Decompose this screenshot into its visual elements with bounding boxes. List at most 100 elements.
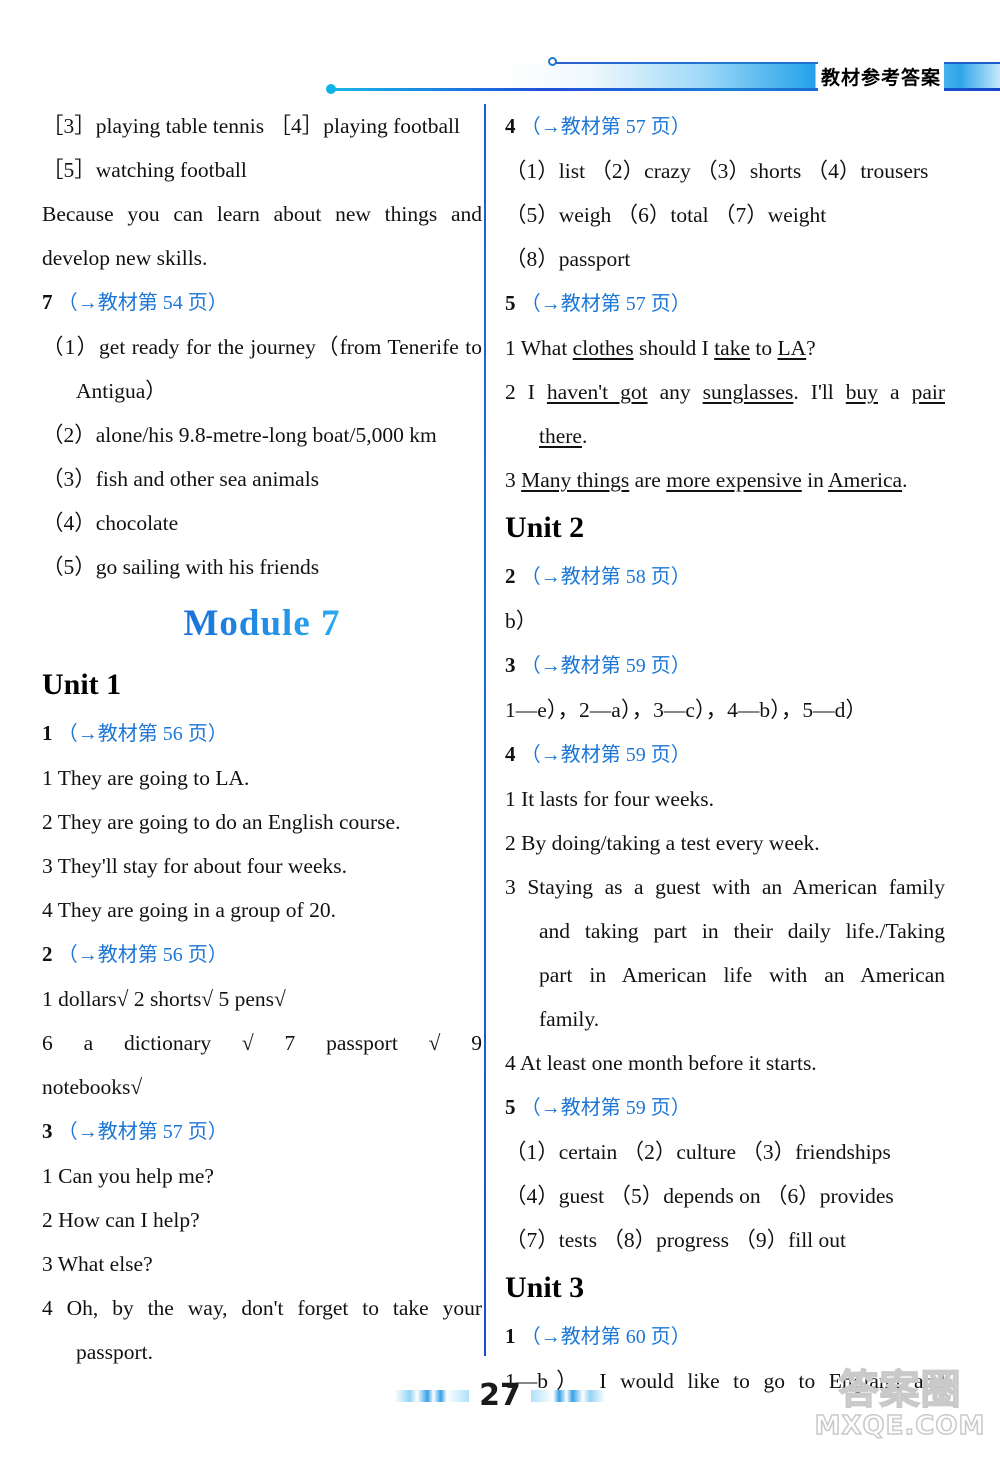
section-number: 2: [505, 564, 516, 588]
q3-prefix: 3: [505, 468, 522, 492]
q2-underline-1: haven't got: [546, 380, 648, 404]
answer-line: （1）get ready for the journey（from Teneri…: [42, 335, 482, 359]
section-textbook-ref: （→教材第 57 页）: [520, 293, 691, 315]
q1-underline-3: LA: [777, 336, 807, 360]
unit-title-1: Unit 1: [42, 668, 122, 701]
q3-underline-1: Many things: [521, 468, 630, 492]
answer-line-q1: 1 What clothes should I take to LA?: [505, 326, 945, 370]
answer-line: （5）weigh （6）total （7）weight: [505, 203, 827, 227]
answer-line: 1 dollars√ 2 shorts√ 5 pens√: [42, 987, 286, 1011]
q2-underline-5: there: [539, 424, 582, 448]
q3-mid-1: are: [629, 468, 667, 492]
answer-line: 3 Staying as a guest with an American fa…: [505, 875, 945, 899]
section-textbook-ref: （→教材第 59 页）: [520, 744, 691, 766]
q1-mid-1: should I: [633, 336, 715, 360]
answer-line: develop new skills.: [42, 246, 208, 270]
section-heading-4: 4 （→教材第 57 页）: [505, 104, 945, 149]
section-number: 1: [505, 1324, 516, 1348]
page-number: 27: [479, 1378, 521, 1413]
q2-cont-suffix: .: [581, 424, 588, 448]
answer-line: （1）certain （2）culture （3）friendships: [505, 1140, 891, 1164]
answer-line: Antigua）: [76, 379, 167, 403]
q2-underline-3: buy: [845, 380, 879, 404]
answer-line: part in American life with an American: [539, 963, 945, 987]
answer-line: 1 Can you help me?: [42, 1164, 214, 1188]
answer-line: （3）fish and other sea animals: [42, 467, 320, 491]
right-column: 4 （→教材第 57 页） （1）list （2）crazy （3）shorts…: [505, 104, 945, 1403]
section-number: 1: [42, 721, 53, 745]
section-heading-u2-2: 2 （→教材第 58 页）: [505, 554, 945, 599]
section-textbook-ref: （→教材第 56 页）: [57, 723, 228, 745]
answer-line: notebooks√: [42, 1075, 143, 1099]
answer-line-q2: 2 I haven't got any sunglasses. I'll buy…: [505, 370, 945, 414]
unit-title-3: Unit 3: [505, 1271, 585, 1304]
q3-underline-3: America: [828, 468, 903, 492]
section-number: 7: [42, 290, 53, 314]
section-number: 5: [505, 291, 516, 315]
module-title: Module 7: [42, 589, 482, 659]
q1-prefix: 1 What: [505, 336, 573, 360]
q2-mid-1: any: [647, 380, 703, 404]
q3-suffix: .: [902, 468, 908, 492]
section-textbook-ref: （→教材第 57 页）: [57, 1121, 228, 1143]
q1-suffix: ?: [806, 336, 816, 360]
q2-mid-2: . I'll: [793, 380, 846, 404]
answer-line: 2 They are going to do an English course…: [42, 810, 401, 834]
q2-prefix: 2 I: [505, 380, 547, 404]
answer-line: 1—e），2—a），3—c），4—b），5—d）: [505, 698, 867, 722]
page-footer: 27: [0, 1378, 1000, 1413]
section-heading-u2-5: 5 （→教材第 59 页）: [505, 1085, 945, 1130]
section-textbook-ref: （→教材第 57 页）: [520, 116, 691, 138]
section-number: 4: [505, 114, 516, 138]
section-heading-1: 1 （→教材第 56 页）: [42, 711, 482, 756]
section-textbook-ref: （→教材第 59 页）: [520, 1097, 691, 1119]
answer-line: 4 They are going in a group of 20.: [42, 898, 336, 922]
answer-line: 4 Oh, by the way, don't forget to take y…: [42, 1296, 482, 1320]
section-heading-2: 2 （→教材第 56 页）: [42, 932, 482, 977]
unit-title-2: Unit 2: [505, 511, 585, 544]
section-heading-3: 3 （→教材第 57 页）: [42, 1109, 482, 1154]
footer-ornament-right-icon: [530, 1389, 605, 1402]
answer-line: （1）list （2）crazy （3）shorts （4）trousers: [505, 159, 929, 183]
column-divider: [484, 104, 486, 1356]
q3-mid-2: in: [801, 468, 829, 492]
watermark-en-text: MXQE.COM: [814, 1411, 986, 1441]
answer-line: 2 By doing/taking a test every week.: [505, 831, 820, 855]
answer-line: （8）passport: [505, 247, 631, 271]
section-number: 3: [505, 653, 516, 677]
answer-line: （4）chocolate: [42, 511, 179, 535]
section-textbook-ref: （→教材第 56 页）: [57, 944, 228, 966]
section-textbook-ref: （→教材第 58 页）: [520, 566, 691, 588]
left-column: ［3］playing table tennis ［4］playing footb…: [42, 104, 482, 1374]
section-heading-u2-4: 4 （→教材第 59 页）: [505, 732, 945, 777]
answer-line: ［5］watching football: [42, 158, 247, 182]
header-title: 教材参考答案: [818, 62, 945, 91]
answer-line: 4 At least one month before it starts.: [505, 1051, 817, 1075]
answer-line: 6 a dictionary √ 7 passport √ 9: [42, 1031, 482, 1055]
section-textbook-ref: （→教材第 54 页）: [57, 292, 228, 314]
answer-line: 1 They are going to LA.: [42, 766, 250, 790]
answer-line: （7）tests （8）progress （9）fill out: [505, 1228, 846, 1252]
q2-underline-2: sunglasses: [702, 380, 794, 404]
page-header: 教材参考答案: [0, 0, 1000, 100]
answer-line: b）: [505, 609, 538, 633]
q2-underline-4: pair: [911, 380, 945, 404]
section-textbook-ref: （→教材第 60 页）: [520, 1326, 691, 1348]
answer-line: Because you can learn about new things a…: [42, 202, 482, 226]
answer-line-q2-cont: there.: [505, 414, 945, 458]
answer-line: 2 How can I help?: [42, 1208, 200, 1232]
answer-line: 3 They'll stay for about four weeks.: [42, 854, 347, 878]
section-heading-7: 7 （→教材第 54 页）: [42, 280, 482, 325]
answer-line: （4）guest （5）depends on （6）provides: [505, 1184, 894, 1208]
footer-ornament-left-icon: [395, 1389, 470, 1402]
answer-line: 1 It lasts for four weeks.: [505, 787, 714, 811]
answer-line: family.: [539, 1007, 600, 1031]
section-heading-u2-3: 3 （→教材第 59 页）: [505, 643, 945, 688]
section-heading-u3-1: 1 （→教材第 60 页）: [505, 1314, 945, 1359]
answer-line-q3: 3 Many things are more expensive in Amer…: [505, 458, 945, 502]
header-dot-lower-icon: [326, 84, 336, 94]
answer-line: passport.: [76, 1340, 154, 1364]
page-number-group: 27: [395, 1378, 605, 1413]
q2-mid-3: a: [878, 380, 912, 404]
answer-line: （5）go sailing with his friends: [42, 555, 320, 579]
